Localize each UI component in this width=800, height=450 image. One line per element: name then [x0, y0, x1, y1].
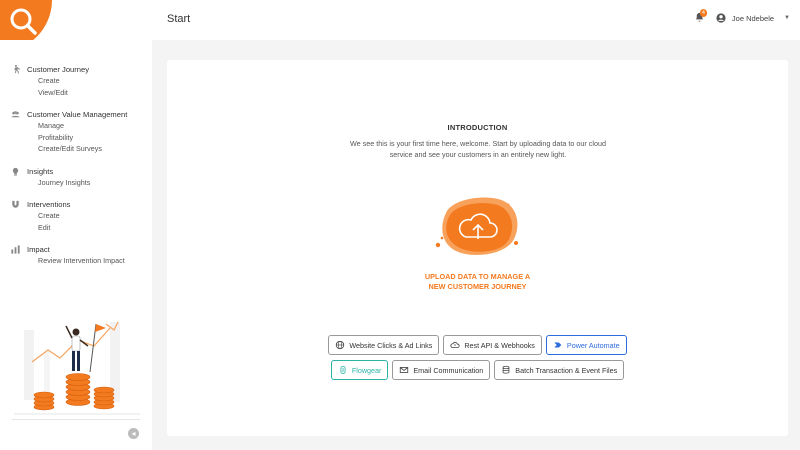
- notifications-button[interactable]: 4: [694, 9, 707, 24]
- upload-data-link[interactable]: UPLOAD DATA TO MANAGE A NEW CUSTOMER JOU…: [167, 272, 788, 292]
- sidebar-subitem-create[interactable]: Create: [10, 75, 89, 87]
- data-sources-row-2: Flowgear Email Communication Batch Trans…: [167, 360, 788, 380]
- nav-head-label: Interventions: [27, 200, 71, 209]
- upload-data-button[interactable]: [432, 193, 524, 263]
- source-batch-files-button[interactable]: Batch Transaction & Event Files: [494, 360, 625, 380]
- upload-label-line1: UPLOAD DATA TO MANAGE A: [424, 272, 531, 281]
- sidebar-subitem-create[interactable]: Create: [10, 210, 70, 222]
- globe-icon: [336, 340, 345, 350]
- nav-group-customer-journey: Customer Journey Create View/Edit: [10, 64, 89, 98]
- nav-group-impact: Impact Review Intervention Impact: [10, 244, 125, 267]
- sidebar-subitem-review-impact[interactable]: Review Intervention Impact: [10, 255, 125, 267]
- sidebar-subitem-profitability[interactable]: Profitability: [10, 132, 127, 144]
- header-user-area: 4 Joe Ndebele ▼: [694, 9, 790, 24]
- upload-label-line2: NEW CUSTOMER JOURNEY: [428, 282, 527, 291]
- intro-text: We see this is your first time here, wel…: [350, 139, 606, 159]
- nav-head-label: Impact: [27, 245, 50, 254]
- magnet-icon: [12, 200, 19, 208]
- nav-head-label: Insights: [27, 167, 54, 176]
- cloud-sync-icon: [450, 342, 460, 348]
- source-email-button[interactable]: Email Communication: [392, 360, 491, 380]
- sidebar-subitem-surveys[interactable]: Create/Edit Surveys: [10, 143, 127, 155]
- notification-badge: 4: [699, 9, 707, 17]
- nav-group-cvm: Customer Value Management Manage Profita…: [10, 109, 127, 155]
- page-title: Start: [167, 13, 191, 25]
- source-power-automate-button[interactable]: Power Automate: [545, 335, 627, 355]
- collapse-sidebar-button[interactable]: ◂: [128, 428, 139, 439]
- nav-group-interventions: Interventions Create Edit: [10, 199, 70, 233]
- sidebar-subitem-journey-insights[interactable]: Journey Insights: [10, 177, 90, 189]
- chevron-down-icon[interactable]: ▼: [784, 15, 790, 21]
- file-stack-icon: [502, 365, 510, 374]
- envelope-icon: [400, 367, 409, 373]
- chip-label: Power Automate: [566, 340, 620, 350]
- nav-head-label: Customer Journey: [27, 65, 90, 74]
- user-avatar-icon: [716, 13, 726, 23]
- sidebar-subitem-edit[interactable]: Edit: [10, 222, 70, 234]
- sidebar-subitem-view-edit[interactable]: View/Edit: [10, 87, 89, 99]
- main-card: INTRODUCTION We see this is your first t…: [167, 60, 788, 436]
- users-icon: [11, 111, 20, 118]
- data-sources-row-1: Website Clicks & Ad Links Rest API & Web…: [167, 335, 788, 355]
- search-logo-icon: [10, 8, 37, 35]
- chip-label: Rest API & Webhooks: [464, 340, 535, 350]
- nav-head-label: Customer Value Management: [27, 110, 128, 119]
- walking-person-icon: [14, 64, 21, 74]
- sidebar-item-customer-journey[interactable]: Customer Journey: [10, 64, 89, 75]
- sidebar: Customer Journey Create View/Edit Custom…: [0, 40, 152, 450]
- chip-label: Website Clicks & Ad Links: [349, 340, 433, 350]
- sidebar-item-interventions[interactable]: Interventions: [10, 199, 70, 210]
- chip-label: Batch Transaction & Event Files: [515, 365, 618, 375]
- bar-chart-icon: [11, 245, 20, 254]
- sidebar-subitem-manage[interactable]: Manage: [10, 120, 127, 132]
- chip-label: Flowgear: [351, 365, 382, 375]
- user-name[interactable]: Joe Ndebele: [732, 14, 774, 23]
- chip-label: Email Communication: [413, 365, 484, 375]
- lightbulb-icon: [12, 167, 19, 176]
- sidebar-item-impact[interactable]: Impact: [10, 244, 125, 255]
- nav-group-insights: Insights Journey Insights: [10, 166, 90, 189]
- sidebar-divider: [12, 419, 140, 420]
- intro-title: INTRODUCTION: [447, 123, 508, 132]
- source-rest-api-button[interactable]: Rest API & Webhooks: [443, 335, 542, 355]
- growth-illustration: [14, 321, 140, 415]
- top-header: Start 4 Joe Ndebele ▼: [0, 0, 800, 40]
- sidebar-item-insights[interactable]: Insights: [10, 166, 90, 177]
- source-flowgear-button[interactable]: Flowgear: [330, 360, 389, 380]
- power-automate-icon: [554, 342, 562, 348]
- sidebar-item-customer-value-management[interactable]: Customer Value Management: [10, 109, 127, 120]
- flowgear-icon: [340, 365, 346, 375]
- source-website-clicks-button[interactable]: Website Clicks & Ad Links: [328, 335, 440, 355]
